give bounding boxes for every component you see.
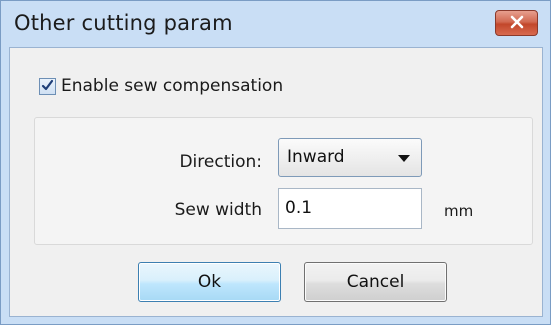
direction-label: Direction: xyxy=(179,152,262,172)
window-title: Other cutting param xyxy=(14,11,233,35)
dialog-body: Enable sew compensation Direction: Inwar… xyxy=(9,47,543,317)
sew-width-unit: mm xyxy=(444,202,474,220)
cancel-button-label: Cancel xyxy=(346,272,405,292)
sew-width-input[interactable]: 0.1 xyxy=(278,188,422,229)
title-bar[interactable]: Other cutting param xyxy=(1,1,550,47)
sew-width-label: Sew width xyxy=(174,200,262,220)
sew-compensation-label[interactable]: Enable sew compensation xyxy=(61,76,283,96)
direction-value: Inward xyxy=(287,147,345,167)
ok-button-label: Ok xyxy=(197,272,222,292)
close-icon xyxy=(509,14,525,33)
sew-compensation-option[interactable]: Enable sew compensation xyxy=(39,76,283,96)
chevron-down-icon xyxy=(398,155,410,162)
compensation-settings-group: Direction: Inward Sew width 0.1 mm xyxy=(34,117,533,245)
sew-compensation-checkbox[interactable] xyxy=(39,77,56,96)
ok-button[interactable]: Ok xyxy=(138,262,281,302)
direction-select[interactable]: Inward xyxy=(278,138,422,177)
sew-width-value: 0.1 xyxy=(285,198,313,218)
dialog-window: Other cutting param Enable sew compensat… xyxy=(0,0,551,325)
cancel-button[interactable]: Cancel xyxy=(304,262,447,302)
close-button[interactable] xyxy=(495,10,538,36)
checkmark-icon xyxy=(41,77,54,96)
